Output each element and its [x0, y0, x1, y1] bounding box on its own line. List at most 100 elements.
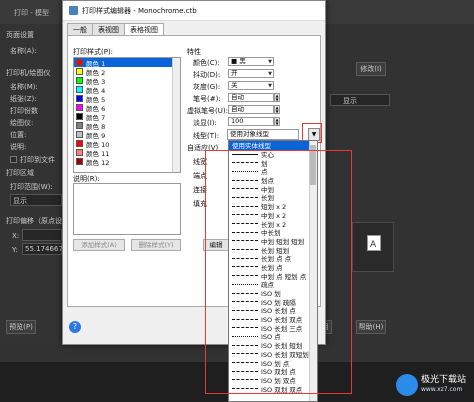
color-swatch [76, 140, 83, 147]
preview-button[interactable]: 预览(P) [6, 320, 36, 334]
line-sample [232, 231, 258, 233]
line-sample [232, 179, 258, 181]
print-to-file-label: 打印到文件 [20, 156, 55, 164]
lineweight-label: 线宽 [193, 158, 207, 166]
prop-screening-label: 淡显(I): [193, 119, 217, 127]
offset-label: 打印偏移（原点设 [6, 217, 62, 225]
styles-scrollbar[interactable] [172, 58, 180, 172]
print-styles-list[interactable]: 颜色 1 颜色 2 颜色 3 颜色 4 颜色 5 颜色 6 颜色 7 颜色 8 … [73, 57, 181, 173]
dropdown-scrollbar[interactable] [309, 141, 317, 401]
prop-pen-label: 笔号(#): [193, 95, 221, 103]
grayscale-select[interactable]: 关 ▼ [228, 81, 274, 90]
line-sample [232, 353, 258, 355]
display-select[interactable]: 显示 [330, 94, 390, 106]
help-icon[interactable]: ? [69, 321, 81, 333]
fill-label: 填充 [193, 200, 207, 208]
color-swatch [76, 95, 83, 102]
dropdown-item[interactable]: 实心 [229, 150, 317, 159]
print-range-select[interactable]: 显示 [10, 194, 62, 206]
chevron-down-icon: ▼ [268, 59, 272, 65]
tab-general[interactable]: 一般 [67, 23, 93, 35]
landscape-icon: A [367, 235, 381, 251]
offset-x-field[interactable] [22, 229, 62, 241]
dither-select[interactable]: 开 ▼ [228, 69, 274, 78]
dropdown-scroll-thumb[interactable] [310, 145, 316, 185]
line-sample [232, 162, 258, 164]
print-to-file-checkbox[interactable] [10, 156, 17, 163]
screening-field[interactable]: 100 [228, 117, 274, 126]
prop-grayscale-label: 灰度(G): [193, 83, 221, 91]
add-style-button[interactable]: 添加样式(A) [73, 239, 125, 251]
offset-x-label: X: [12, 232, 20, 240]
plotter-label: 绘图仪: [10, 119, 34, 127]
dropdown-item[interactable]: ISO 双划 双点 [229, 384, 317, 394]
app-icon [69, 6, 78, 15]
description-textarea[interactable] [73, 183, 181, 235]
tab-table-view[interactable]: 表视图 [92, 23, 125, 35]
delete-style-button[interactable]: 删除样式(Y) [131, 239, 181, 251]
line-sample [232, 309, 258, 311]
line-sample [232, 275, 258, 277]
linetype-dropdown-list[interactable]: 使用实体线型 实心 划 点 划点 中划 长划 短划 x 2 中划 x 2 长划 … [228, 140, 318, 402]
line-sample [232, 240, 258, 242]
line-end-label: 端点 [193, 172, 207, 180]
dialog-titlebar: 打印样式编辑器 - Monochrome.ctb [63, 1, 325, 21]
color-select[interactable]: ■ 黑 ▼ [228, 57, 274, 66]
location-label: 位置: [10, 131, 27, 139]
printer-name-label: 名称(M): [10, 83, 38, 91]
print-area-label: 打印区域 [6, 169, 34, 177]
style-row[interactable]: 颜色 12 [74, 157, 180, 167]
offset-y-field[interactable]: 55.174667 [22, 243, 63, 255]
line-sample [232, 205, 258, 207]
line-sample [232, 266, 258, 268]
dropdown-item[interactable]: 划 [229, 158, 317, 168]
line-sample [232, 362, 258, 364]
color-swatch [76, 122, 83, 129]
line-sample [232, 344, 258, 346]
line-sample [232, 196, 258, 198]
color-swatch [76, 86, 83, 93]
paper-orientation-box: A [352, 222, 394, 272]
name-label: 名称(A): [10, 47, 37, 55]
color-swatch [76, 131, 83, 138]
watermark-brand: 极光下载站 [420, 375, 466, 385]
pen-number-spinner[interactable]: ▲ ▼ [274, 93, 280, 102]
modify-button[interactable]: 修改(I) [356, 62, 386, 76]
line-sample [232, 292, 258, 294]
chevron-down-icon: ▼ [268, 83, 272, 89]
line-sample [232, 214, 258, 216]
line-sample [232, 327, 258, 329]
print-range-label: 打印范围(W): [10, 183, 53, 191]
screening-spinner[interactable]: ▲ ▼ [274, 117, 280, 126]
line-sample [232, 188, 258, 190]
dialog-title: 打印样式编辑器 - Monochrome.ctb [82, 6, 197, 15]
offset-y-label: Y: [12, 246, 18, 254]
line-sample [232, 301, 258, 303]
color-swatch [76, 149, 83, 156]
copies-label: 打印份数 [10, 107, 38, 115]
virtual-pen-spinner[interactable]: ▲ ▼ [274, 105, 280, 114]
pen-number-field[interactable]: 自动 [228, 93, 274, 102]
line-sample [232, 379, 258, 381]
virtual-pen-field[interactable]: 自动 [228, 105, 274, 114]
line-sample [232, 170, 258, 172]
watermark-url: www.xz7.com [420, 386, 463, 393]
line-sample [232, 388, 258, 390]
line-sample [232, 153, 258, 155]
paper-label: 纸张(Z): [10, 95, 37, 103]
description-label: 说明: [10, 143, 27, 151]
color-swatch [76, 59, 83, 66]
adaptive-label: 自适应(V) [187, 144, 219, 152]
color-swatch [76, 77, 83, 84]
color-swatch [76, 113, 83, 120]
line-sample [232, 370, 258, 372]
color-swatch [76, 158, 83, 165]
color-swatch [76, 68, 83, 75]
edit-button[interactable]: 编辑 [203, 239, 229, 251]
background-window-title: 打印 - 模型 [14, 9, 49, 17]
help-button[interactable]: 帮助(H) [356, 320, 386, 334]
page-setup-label: 页面设置 [6, 31, 34, 39]
prop-dither-label: 抖动(D): [193, 71, 221, 79]
properties-label: 特性 [187, 48, 201, 56]
linetype-select[interactable]: 使用对象线型 [227, 129, 299, 140]
